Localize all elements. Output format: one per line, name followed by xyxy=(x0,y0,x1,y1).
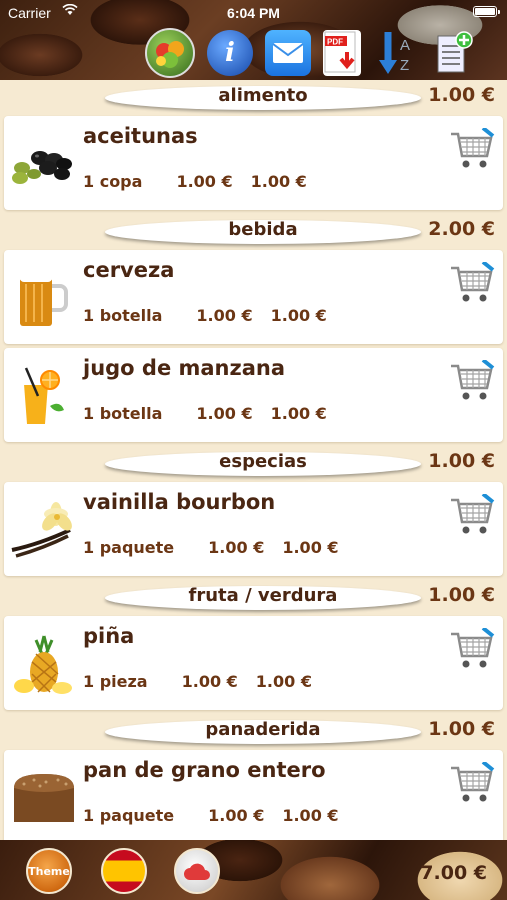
item-total: 1.00 € xyxy=(270,404,327,423)
beer-icon xyxy=(10,268,76,330)
bread-icon xyxy=(10,768,76,830)
cart-icon[interactable] xyxy=(449,760,495,806)
cart-icon[interactable] xyxy=(449,492,495,538)
item-meta: 1 pieza 1.00 € 1.00 € xyxy=(83,672,312,691)
mail-icon[interactable] xyxy=(265,30,311,76)
item-total: 1.00 € xyxy=(250,172,307,191)
item-meta: 1 botella 1.00 € 1.00 € xyxy=(83,306,327,325)
item-price: 1.00 € xyxy=(176,172,233,191)
item-total: 1.00 € xyxy=(270,306,327,325)
sort-az-icon[interactable]: A Z xyxy=(373,30,419,76)
item-name: vainilla bourbon xyxy=(83,490,276,514)
olives-icon xyxy=(10,134,76,196)
section-title: panaderida xyxy=(205,719,321,740)
item-quantity: 1 paquete xyxy=(83,806,175,825)
add-list-icon[interactable] xyxy=(431,30,477,76)
grand-total: 7.00 € xyxy=(420,862,487,884)
list-item[interactable]: pan de grano entero 1 paquete 1.00 € 1.00 … xyxy=(4,750,503,844)
section-header: fruta / verdura 1.00 € xyxy=(0,580,507,616)
cart-icon[interactable] xyxy=(449,626,495,672)
item-quantity: 1 botella xyxy=(83,404,163,423)
section-header: panaderida 1.00 € xyxy=(0,714,507,750)
item-total: 1.00 € xyxy=(282,806,339,825)
list-item[interactable]: vainilla bourbon 1 paquete 1.00 € 1.00 € xyxy=(4,482,503,576)
svg-text:A: A xyxy=(400,37,410,54)
juice-icon xyxy=(10,366,76,428)
item-meta: 1 copa 1.00 € 1.00 € xyxy=(83,172,307,191)
cart-icon[interactable] xyxy=(449,358,495,404)
clock: 6:04 PM xyxy=(227,5,280,21)
item-name: aceitunas xyxy=(83,124,198,148)
list-item[interactable]: aceitunas 1 copa 1.00 € 1.00 € xyxy=(4,116,503,210)
info-icon[interactable]: i xyxy=(207,30,253,76)
pineapple-icon xyxy=(10,634,76,696)
cloud-icon[interactable] xyxy=(174,848,220,894)
status-bar: Carrier 6:04 PM xyxy=(0,0,507,26)
cart-icon[interactable] xyxy=(449,126,495,172)
item-price: 1.00 € xyxy=(181,672,238,691)
item-name: pan de grano entero xyxy=(83,758,326,782)
item-quantity: 1 paquete xyxy=(83,538,175,557)
section-title: alimento xyxy=(218,85,308,106)
item-price: 1.00 € xyxy=(196,404,253,423)
pdf-icon[interactable]: PDF xyxy=(323,30,361,76)
item-name: cerveza xyxy=(83,258,175,282)
section-title: especias xyxy=(219,451,307,472)
vanilla-icon xyxy=(10,500,76,562)
section-total: 1.00 € xyxy=(428,450,495,472)
bottom-bar: Theme 7.00 € xyxy=(0,840,507,900)
item-total: 1.00 € xyxy=(255,672,312,691)
shopping-list: alimento 1.00 € aceitunas 1 copa 1.00 € 1.… xyxy=(0,80,507,844)
section-total: 2.00 € xyxy=(428,218,495,240)
cart-icon[interactable] xyxy=(449,260,495,306)
item-meta: 1 paquete 1.00 € 1.00 € xyxy=(83,806,339,825)
toolbar: i PDF A Z xyxy=(145,28,477,78)
item-name: jugo de manzana xyxy=(83,356,286,380)
list-item[interactable]: jugo de manzana 1 botella 1.00 € 1.00 € xyxy=(4,348,503,442)
svg-text:PDF: PDF xyxy=(327,38,343,47)
section-total: 1.00 € xyxy=(428,718,495,740)
item-total: 1.00 € xyxy=(282,538,339,557)
section-total: 1.00 € xyxy=(428,84,495,106)
item-name: piña xyxy=(83,624,135,648)
item-price: 1.00 € xyxy=(208,538,265,557)
item-quantity: 1 copa xyxy=(83,172,143,191)
item-price: 1.00 € xyxy=(196,306,253,325)
section-title: bebida xyxy=(228,219,298,240)
svg-text:Z: Z xyxy=(400,57,409,74)
section-total: 1.00 € xyxy=(428,584,495,606)
list-item[interactable]: piña 1 pieza 1.00 € 1.00 € xyxy=(4,616,503,710)
section-header: bebida 2.00 € xyxy=(0,214,507,250)
item-quantity: 1 botella xyxy=(83,306,163,325)
item-meta: 1 paquete 1.00 € 1.00 € xyxy=(83,538,339,557)
list-item[interactable]: cerveza 1 botella 1.00 € 1.00 € xyxy=(4,250,503,344)
item-price: 1.00 € xyxy=(208,806,265,825)
theme-button[interactable]: Theme xyxy=(26,848,72,894)
item-quantity: 1 pieza xyxy=(83,672,148,691)
section-title: fruta / verdura xyxy=(188,585,338,606)
battery-icon xyxy=(473,6,500,17)
item-meta: 1 botella 1.00 € 1.00 € xyxy=(83,404,327,423)
fruits-basket-icon[interactable] xyxy=(145,28,195,78)
spain-flag-icon[interactable] xyxy=(101,848,147,894)
theme-button-label: Theme xyxy=(28,864,70,878)
section-header: alimento 1.00 € xyxy=(0,80,507,116)
section-header: especias 1.00 € xyxy=(0,446,507,482)
